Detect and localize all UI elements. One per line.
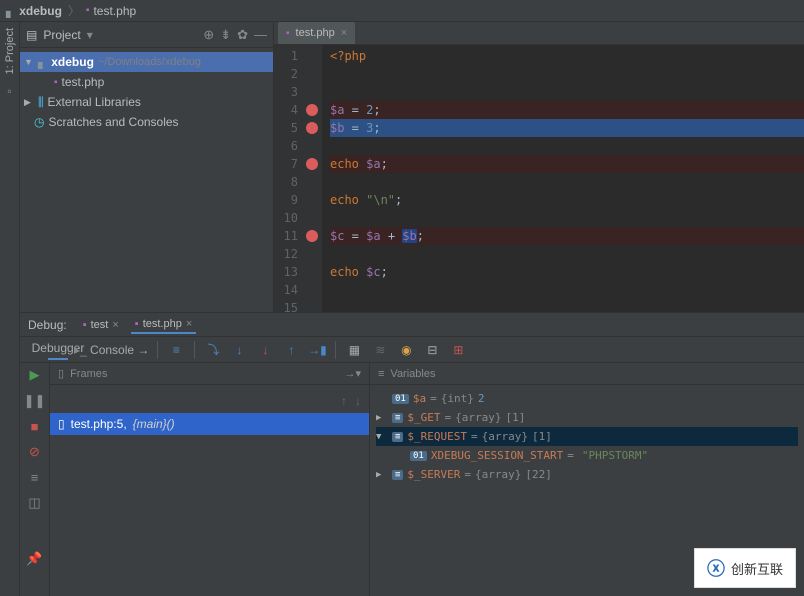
frames-icon: ▯ (58, 367, 64, 380)
chevron-right-icon: 〉 (68, 2, 80, 19)
debugger-tab[interactable]: Debugger (48, 340, 68, 360)
debug-tabs: Debug: ▪ test × ▪ test.php × (20, 313, 804, 337)
frames-panel: ▯ Frames →▾ ↑ ↓ ▯ test.php:5, {main}() (50, 363, 370, 596)
trace-icon[interactable]: ≋ (370, 340, 390, 360)
project-tool-tab[interactable]: 1: Project (4, 28, 16, 74)
debug-toolbar: Debugger ▸_ Console → ≡ ⤵ ↓ ↓ ↑ →▮ ▦ ≋ ◉… (20, 337, 804, 363)
project-panel-header: ▤ Project ▾ ⊕ ⇟ ✿ — (20, 22, 273, 48)
editor-panel: ▪ test.php × 123456789101112131415 <?php… (274, 22, 804, 312)
library-icon: ⫼ (38, 95, 44, 110)
breakpoint-icon[interactable] (306, 104, 318, 116)
vars-icon: ≡ (378, 368, 384, 380)
editor-body[interactable]: 123456789101112131415 <?php$a = 2;$b = 3… (274, 45, 804, 317)
step-over-icon[interactable]: ≡ (166, 340, 186, 360)
frames-title: Frames (70, 368, 107, 380)
pause-icon[interactable]: ❚❚ (24, 393, 46, 409)
folder-icon: ▖ (38, 55, 47, 69)
tree-root[interactable]: ▼ ▖ xdebug ~/Downloads/xdebug (20, 52, 273, 72)
expand-icon[interactable]: ▶ (24, 97, 34, 108)
force-step-icon[interactable]: ↓ (255, 340, 275, 360)
step-out-icon[interactable]: ↑ (281, 340, 301, 360)
editor-tab[interactable]: ▪ test.php × (278, 22, 355, 44)
close-icon[interactable]: × (341, 27, 347, 39)
watch-icon[interactable]: ◉ (396, 340, 416, 360)
tool-window-stripe: 1: Project ▫ (0, 22, 20, 596)
bookmark-icon[interactable]: ▫ (7, 84, 11, 98)
evaluate-icon[interactable]: ▦ (344, 340, 364, 360)
debug-label: Debug: (28, 318, 67, 332)
thread-selector[interactable]: →▾ (344, 367, 361, 380)
variable-row[interactable]: ▶≡ $_GET = {array} [1] (376, 408, 798, 427)
breadcrumb-file[interactable]: test.php (93, 4, 136, 18)
project-tree: ▼ ▖ xdebug ~/Downloads/xdebug ▪ test.php… (20, 48, 273, 136)
editor-tabs: ▪ test.php × (274, 22, 804, 45)
project-panel: ▤ Project ▾ ⊕ ⇟ ✿ — ▼ ▖ xdebug ~/Downloa… (20, 22, 274, 312)
next-frame-icon[interactable]: ↓ (355, 394, 361, 408)
scratch-icon: ◷ (34, 115, 44, 129)
close-icon[interactable]: × (112, 319, 118, 331)
gutter[interactable]: 123456789101112131415 (274, 45, 322, 317)
debug-panel: Debug: ▪ test × ▪ test.php × Debugger ▸_ … (20, 312, 804, 596)
debug-side-toolbar: ▶ ❚❚ ■ ⊘ ≡ ◫ 📌 (20, 363, 50, 596)
breakpoint-icon[interactable] (306, 158, 318, 170)
dropdown-icon[interactable]: ▾ (87, 28, 93, 42)
mute-bp-icon[interactable]: ⊘ (29, 444, 40, 460)
locate-icon[interactable]: ⊕ (203, 27, 214, 43)
close-icon[interactable]: × (186, 318, 192, 330)
step-over-icon[interactable]: ⤵ (203, 340, 223, 360)
vars-title: Variables (390, 368, 435, 380)
project-view-label[interactable]: Project (43, 28, 80, 42)
tree-external-libs[interactable]: ▶ ⫼ External Libraries (20, 92, 273, 112)
tree-file[interactable]: ▪ test.php (20, 72, 273, 92)
breadcrumb: ▖ xdebug 〉 ▪ test.php (0, 0, 804, 22)
view-bp-icon[interactable]: ≡ (31, 470, 39, 485)
prev-frame-icon[interactable]: ↑ (341, 394, 347, 408)
variable-row[interactable]: 01 $a = {int} 2 (376, 389, 798, 408)
collapse-icon[interactable]: ⇟ (220, 27, 231, 43)
console-tab[interactable]: ▸_ Console → (74, 340, 149, 360)
variable-row[interactable]: ▼≡ $_REQUEST = {array} [1] (376, 427, 798, 446)
breadcrumb-project[interactable]: xdebug (19, 4, 62, 18)
settings-icon[interactable]: ✿ (237, 27, 248, 43)
layout-icon[interactable]: ◫ (28, 495, 40, 511)
run-to-cursor-icon[interactable]: →▮ (307, 340, 327, 360)
project-view-icon[interactable]: ▤ (26, 28, 37, 42)
breakpoint-icon[interactable] (306, 122, 318, 134)
step-into-icon[interactable]: ↓ (229, 340, 249, 360)
folder-icon: ▖ (6, 4, 15, 18)
php-file-icon: ▪ (86, 5, 90, 16)
debug-session-tab[interactable]: ▪ test.php × (131, 316, 196, 334)
debug-session-tab[interactable]: ▪ test × (79, 316, 123, 334)
resume-icon[interactable]: ▶ (30, 367, 40, 383)
variable-row[interactable]: ▶≡ $_SERVER = {array} [22] (376, 465, 798, 484)
logo-icon: ⓧ (707, 555, 725, 581)
add-watch-icon[interactable]: ⊞ (448, 340, 468, 360)
expand-icon[interactable]: ▼ (24, 57, 34, 67)
sort-icon[interactable]: ⊟ (422, 340, 442, 360)
stop-icon[interactable]: ■ (31, 419, 39, 434)
watermark: ⓧ 创新互联 (694, 548, 796, 588)
frame-icon: ▯ (58, 417, 65, 431)
tree-scratches[interactable]: ◷ Scratches and Consoles (20, 112, 273, 132)
hide-icon[interactable]: — (254, 27, 267, 42)
pin-icon[interactable]: 📌 (26, 551, 42, 567)
stack-frame[interactable]: ▯ test.php:5, {main}() (50, 413, 369, 435)
php-file-icon: ▪ (54, 77, 58, 88)
php-file-icon: ▪ (286, 28, 290, 39)
variable-row[interactable]: 01 XDEBUG_SESSION_START = "PHPSTORM" (376, 446, 798, 465)
breakpoint-icon[interactable] (306, 230, 318, 242)
